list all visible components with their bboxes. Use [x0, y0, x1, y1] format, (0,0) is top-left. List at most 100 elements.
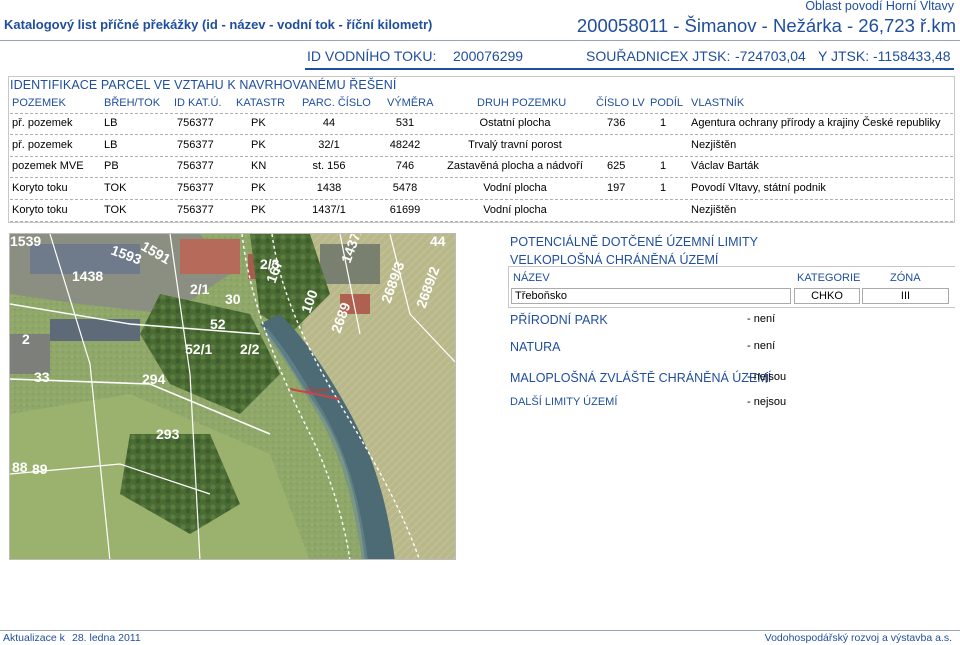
parcel-cell: Trvalý travní porost — [468, 139, 562, 151]
parcel-cell: pozemek MVE — [12, 160, 84, 172]
row-divider — [10, 199, 953, 200]
parcel-cell: 1437/1 — [312, 204, 346, 216]
limits-col-name: NÁZEV — [513, 272, 550, 284]
parcel-cell: 756377 — [177, 182, 214, 194]
natura-label: NATURA — [510, 340, 561, 354]
parcel-cell: 32/1 — [318, 139, 340, 151]
map-label: 52 — [210, 316, 226, 332]
other-limits-label: DALŠÍ LIMITY ÚZEMÍ — [510, 396, 618, 408]
large-area-zone: III — [862, 288, 949, 304]
parcel-cell: 736 — [607, 117, 626, 129]
map-marker-label: Šimanov — [306, 387, 329, 394]
parcel-cell: 1 — [660, 117, 667, 129]
natural-park-value: - není — [747, 313, 776, 325]
map-label: 30 — [225, 291, 241, 307]
limits-col-zone: ZÓNA — [890, 272, 921, 284]
parcel-cell: Nezjištěn — [691, 139, 737, 151]
col-header: VLASTNÍK — [691, 97, 745, 109]
y-value: -1158433,48 — [873, 48, 951, 64]
watercourse-id-value: 200076299 — [453, 48, 524, 64]
col-header: KATASTR — [236, 97, 286, 109]
parcel-cell: př. pozemek — [12, 139, 73, 151]
parcel-cell: 625 — [607, 160, 626, 172]
parcel-cell: TOK — [104, 182, 127, 194]
parcel-cell: 756377 — [177, 139, 214, 151]
updated-date: 28. ledna 2011 — [72, 632, 141, 644]
parcel-cell: Nezjištěn — [691, 204, 737, 216]
parcel-section-title: IDENTIFIKACE PARCEL VE VZTAHU K NAVRHOVA… — [10, 78, 397, 92]
col-header: PODÍL — [650, 97, 684, 109]
parcel-cell: Zastavěná plocha a nádvoří — [447, 160, 583, 172]
parcel-cell: Koryto toku — [12, 182, 68, 194]
parcel-cell: PK — [251, 117, 266, 129]
other-limits-value: - nejsou — [747, 396, 787, 408]
parcel-cell: LB — [104, 139, 118, 151]
x-value: -724703,04 — [735, 48, 806, 64]
large-area-name: Třeboňsko — [511, 288, 791, 304]
natural-park-label: PŘÍRODNÍ PARK — [510, 313, 608, 327]
parcel-cell: Agentura ochrany přírody a krajiny České… — [691, 117, 941, 129]
footer-divider — [0, 630, 960, 631]
parcel-cell: 1438 — [316, 182, 342, 194]
map-label: 1438 — [72, 268, 103, 284]
map-image: 1593 1591 1438 2 33 294 293 89 52 30 2/1… — [10, 234, 455, 559]
row-divider — [10, 221, 953, 222]
parcel-cell: PK — [251, 182, 266, 194]
parcel-cell: 756377 — [177, 204, 214, 216]
watercourse-id-label: ID VODNÍHO TOKU: — [307, 48, 437, 64]
parcel-cell: Vodní plocha — [483, 204, 547, 216]
row-divider — [10, 134, 953, 135]
parcel-cell: př. pozemek — [12, 117, 73, 129]
parcel-cell: st. 156 — [312, 160, 346, 172]
map-label: 294 — [142, 371, 166, 387]
parcel-cell: LB — [104, 117, 118, 129]
parcel-cell: PB — [104, 160, 119, 172]
coords-label: SOUŘADNICE — [586, 48, 680, 64]
catalog-title: Katalogový list příčné překážky (id - ná… — [4, 17, 433, 32]
parcel-cell: 746 — [395, 160, 415, 172]
parcel-cell: 48242 — [389, 139, 421, 151]
small-area-value: - nejsou — [747, 371, 787, 383]
parcel-cell: PK — [251, 204, 266, 216]
row-divider — [10, 177, 953, 178]
codes-divider — [305, 68, 954, 70]
col-header: DRUH POZEMKU — [477, 97, 567, 109]
col-header: ČÍSLO LV — [596, 97, 645, 109]
parcel-cell: KN — [251, 160, 267, 172]
parcel-cell: 44 — [322, 117, 336, 129]
object-id: 200058011 - Šimanov - Nežárka - 26,723 ř… — [576, 15, 956, 36]
map-label: 293 — [156, 426, 180, 442]
basin-name: Oblast povodí Horní Vltavy — [805, 0, 954, 13]
limits-col-category: KATEGORIE — [797, 272, 861, 284]
col-header: PARC. ČÍSLO — [302, 97, 371, 109]
updated-label: Aktualizace k — [3, 632, 65, 644]
row-divider — [10, 156, 953, 157]
parcel-cell: 1 — [660, 160, 667, 172]
col-header: POZEMEK — [12, 97, 66, 109]
col-header: VÝMĚRA — [387, 97, 434, 109]
parcel-cell: 756377 — [177, 160, 214, 172]
map-label: 2/3 — [260, 256, 280, 272]
map-label: 2/1 — [190, 281, 210, 297]
map-label: 2/2 — [240, 341, 260, 357]
large-area-category: CHKO — [794, 288, 860, 304]
parcel-cell: Koryto toku — [12, 204, 68, 216]
header-row-divider — [10, 113, 953, 114]
natura-value: - není — [747, 340, 776, 352]
header-divider — [0, 40, 960, 41]
parcel-cell: 5478 — [392, 182, 418, 194]
col-header: ID KAT.Ú. — [174, 97, 222, 109]
parcel-cell: Vodní plocha — [483, 182, 547, 194]
small-area-label: MALOPLOŠNÁ ZVLÁŠTĚ CHRÁNĚNÁ ÚZEMÍ — [510, 371, 772, 385]
author: Vodohospodářský rozvoj a výstavba a.s. — [764, 632, 952, 644]
map-label: 52/1 — [185, 341, 212, 357]
parcel-cell: 61699 — [389, 204, 421, 216]
col-header: BŘEH/TOK — [104, 97, 161, 109]
orthophoto-map: 1593 1591 1438 2 33 294 293 89 52 30 2/1… — [9, 233, 456, 560]
parcel-cell: Povodí Vltavy, státní podnik — [691, 182, 826, 194]
parcel-cell: 531 — [395, 117, 415, 129]
large-area-title: VELKOPLOŠNÁ CHRÁNĚNÁ ÚZEMÍ — [510, 253, 719, 267]
parcel-cell: Ostatní plocha — [479, 117, 551, 129]
map-label: 44 — [430, 234, 446, 249]
parcel-cell: 1 — [660, 182, 667, 194]
